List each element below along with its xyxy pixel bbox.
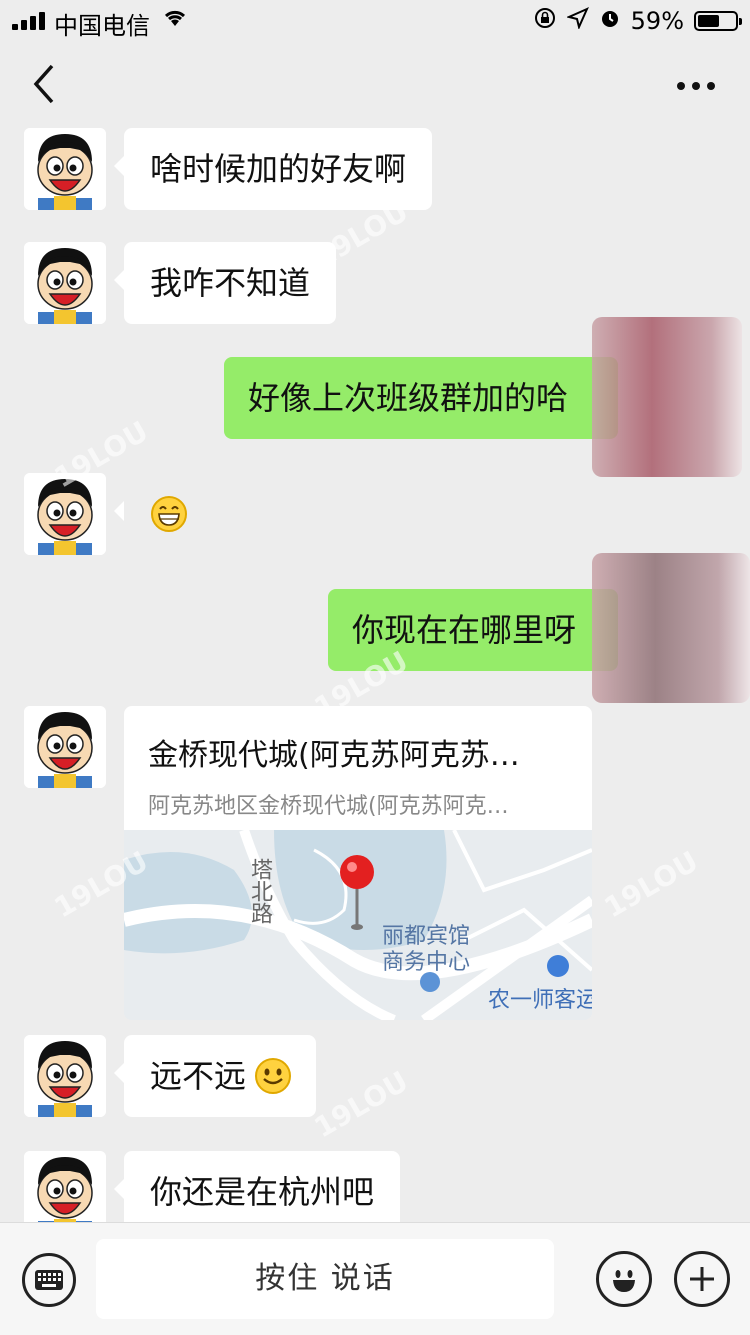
signal-icon [12, 12, 48, 30]
battery-icon [694, 11, 742, 31]
message-text: 远不远 [150, 1057, 247, 1095]
more-actions-button[interactable] [674, 1251, 730, 1307]
map-station-label: 农一师客运 [488, 988, 592, 1013]
alarm-icon [599, 7, 621, 35]
received-message[interactable]: 我咋不知道 [113, 242, 337, 324]
battery-percent: 59% [630, 7, 684, 35]
cartoon-face-icon [24, 1151, 106, 1222]
watermark: 19LOU [308, 1064, 414, 1145]
input-bar: 按住 说话 [0, 1222, 750, 1335]
received-message[interactable]: 你还是在杭州吧 [113, 1151, 401, 1222]
contact-avatar[interactable] [24, 128, 106, 210]
keyboard-icon [35, 1270, 63, 1290]
contact-avatar[interactable] [24, 706, 106, 788]
map-road-label: 塔北路 [247, 858, 272, 924]
emoji-face-icon [613, 1270, 635, 1292]
scribble-redaction [592, 553, 750, 703]
wifi-icon [162, 6, 188, 34]
received-message[interactable]: 远不远 [113, 1035, 317, 1117]
cartoon-face-icon [24, 242, 106, 324]
watermark: 19LOU [598, 844, 704, 925]
chevron-left-icon [33, 64, 54, 104]
keyboard-toggle-button[interactable] [22, 1253, 76, 1307]
contact-avatar[interactable] [24, 1151, 106, 1222]
hold-to-talk-button[interactable]: 按住 说话 [96, 1239, 554, 1319]
contact-avatar[interactable] [24, 1035, 106, 1117]
plus-icon [690, 1267, 714, 1291]
more-dots-icon [677, 82, 715, 90]
back-button[interactable] [30, 62, 70, 106]
location-card[interactable]: 金桥现代城(阿克苏阿克苏… 阿克苏地区金桥现代城(阿克苏阿克… 塔北路 丽都宾馆… [124, 706, 592, 1020]
chat-header [0, 40, 750, 128]
message-list[interactable]: 啥时候加的好友啊 我咋不知道 好像上次班级群加的哈 你现在在哪里呀 金桥现代城(… [0, 128, 750, 1222]
location-address: 阿克苏地区金桥现代城(阿克苏阿克… [148, 794, 509, 819]
map-poi-label: 商务中心 [382, 950, 471, 975]
carrier-name: 中国电信 [54, 12, 150, 40]
received-message[interactable]: 啥时候加的好友啊 [113, 128, 433, 210]
scribble-redaction [592, 317, 742, 477]
location-title: 金桥现代城(阿克苏阿克苏… [148, 738, 520, 773]
grin-emoji-icon [151, 496, 187, 532]
smile-emoji-icon [255, 1058, 292, 1094]
cartoon-face-icon [24, 128, 106, 210]
cartoon-face-icon [24, 706, 106, 788]
cartoon-face-icon [24, 1035, 106, 1117]
location-map[interactable]: 塔北路 丽都宾馆 商务中心 农一师客运 [124, 830, 592, 1020]
sent-message[interactable]: 好像上次班级群加的哈 [224, 357, 618, 439]
status-bar: 中国电信 59% [0, 0, 750, 40]
location-arrow-icon [565, 7, 589, 35]
emoji-button[interactable] [596, 1251, 652, 1307]
more-button[interactable] [676, 60, 716, 100]
contact-avatar[interactable] [24, 242, 106, 324]
rotation-lock-icon [533, 6, 557, 36]
